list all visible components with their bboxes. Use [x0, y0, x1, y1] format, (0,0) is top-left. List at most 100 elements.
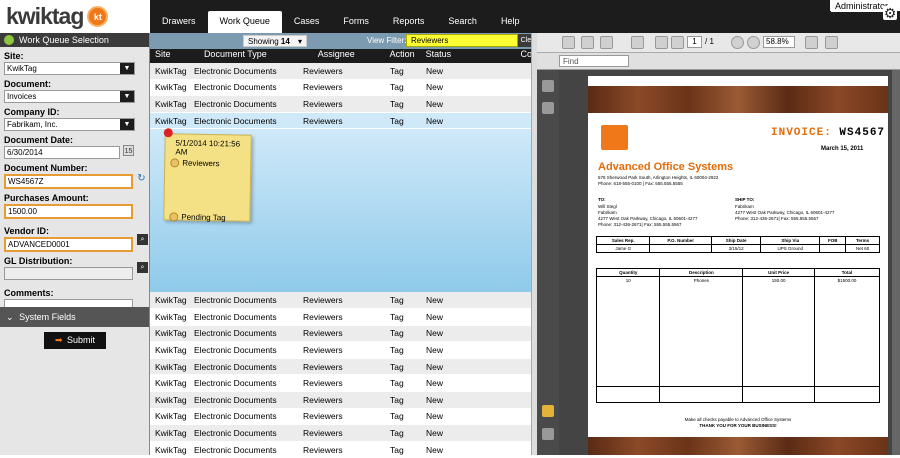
comments-icon[interactable]: [542, 405, 554, 417]
fullscreen-icon[interactable]: [825, 36, 838, 49]
company-value: Fabrikam, Inc.: [7, 120, 58, 129]
refresh-icon[interactable]: ↻: [136, 173, 147, 184]
document-select[interactable]: Invoices ▼: [4, 90, 135, 103]
search-icon[interactable]: ⌕: [137, 262, 148, 273]
zoom-in-icon[interactable]: [747, 36, 760, 49]
col-action[interactable]: Action: [385, 49, 421, 63]
table-cell: KwikTag: [155, 311, 187, 322]
chevron-down-icon[interactable]: ▼: [120, 91, 134, 102]
table-row[interactable]: KwikTag Electronic Documents Reviewers Tag N…: [150, 391, 537, 409]
purchases-amount-field[interactable]: 1500.00: [4, 204, 133, 219]
chevron-down-icon[interactable]: ▼: [120, 63, 134, 74]
nav-forms[interactable]: Forms: [331, 11, 381, 33]
company-select[interactable]: Fabrikam, Inc. ▼: [4, 118, 135, 131]
date-value: 6/30/2014: [7, 148, 43, 157]
invoice-title: INVOICE: WS4567: [771, 127, 885, 139]
table-row[interactable]: KwikTag Electronic Documents Reviewers Tag N…: [150, 408, 537, 426]
company-address: 678 Sherwood Park South, Arlington Heigh…: [598, 175, 719, 180]
nav-cases[interactable]: Cases: [282, 11, 332, 33]
table-cell: New: [426, 65, 444, 76]
col-status[interactable]: Status: [421, 49, 516, 63]
nav-help[interactable]: Help: [489, 11, 532, 33]
chevron-down-icon: ▾: [297, 37, 302, 46]
print-icon[interactable]: [562, 36, 575, 49]
page-input[interactable]: 1: [687, 36, 702, 48]
nav-drawers[interactable]: Drawers: [150, 11, 208, 33]
attachment-icon[interactable]: [542, 428, 554, 440]
table-row[interactable]: KwikTag Electronic Documents Reviewers Tag N…: [150, 375, 537, 392]
table-row[interactable]: KwikTag Electronic Documents Reviewers Tag N…: [150, 425, 537, 442]
table-cell: Tag: [390, 98, 404, 109]
gl-label: GL Distribution:: [4, 256, 73, 266]
site-select[interactable]: KwikTag ▼: [4, 62, 135, 75]
refresh-icon[interactable]: [631, 36, 644, 49]
binoculars-icon[interactable]: [542, 102, 554, 114]
nav-work-queue[interactable]: Work Queue: [207, 11, 282, 33]
col-document-type[interactable]: Document Type: [189, 49, 298, 63]
table-row[interactable]: KwikTag Electronic Documents Reviewers Tag N…: [150, 112, 537, 130]
table-row[interactable]: KwikTag Electronic Documents Reviewers Tag N…: [150, 308, 537, 326]
calendar-icon[interactable]: 15: [123, 145, 134, 156]
table-row[interactable]: KwikTag Electronic Documents Reviewers Tag N…: [150, 441, 537, 458]
table-cell: Reviewers: [303, 411, 343, 422]
find-input[interactable]: Find: [559, 55, 629, 67]
table-row[interactable]: KwikTag Electronic Documents Reviewers Tag N…: [150, 63, 537, 80]
table-row[interactable]: KwikTag Electronic Documents Reviewers Tag N…: [150, 325, 537, 343]
zoom-select[interactable]: 58.8%: [763, 36, 795, 48]
pages-icon[interactable]: [542, 80, 554, 92]
save-icon[interactable]: [581, 36, 594, 49]
company-name: Advanced Office Systems: [598, 161, 734, 173]
table-cell: Tag: [390, 411, 404, 422]
arrow-right-icon: ➡: [54, 335, 63, 345]
zoom-out-icon[interactable]: [731, 36, 744, 49]
table-row[interactable]: KwikTag Electronic Documents Reviewers Tag N…: [150, 96, 537, 113]
vendor-label: Vendor ID:: [4, 226, 50, 236]
col-site[interactable]: Site: [150, 49, 189, 63]
fit-page-icon[interactable]: [805, 36, 818, 49]
table-cell: KwikTag: [155, 344, 187, 355]
sticky-note[interactable]: 5/1/2014 10:21:56 AM Reviewers Pending T…: [163, 128, 252, 223]
gear-icon[interactable]: ⚙: [883, 6, 897, 20]
submit-button[interactable]: ➡ Submit: [44, 332, 106, 349]
company-phone: Phone: 618-555-0100 | Fax: 555.555.5555: [598, 181, 683, 186]
table-header: Site Document Type Assignee Action Statu…: [150, 49, 537, 63]
table-cell: Electronic Documents: [194, 361, 277, 372]
table-row[interactable]: KwikTag Electronic Documents Reviewers Tag N…: [150, 79, 537, 97]
viewer-scrollbar[interactable]: [892, 70, 900, 455]
table-cell: Electronic Documents: [194, 394, 277, 405]
table-cell: Tag: [390, 444, 404, 455]
showing-select[interactable]: Showing 14 ▾: [243, 35, 307, 47]
table-cell: FOB: [819, 236, 847, 245]
share-icon[interactable]: [600, 36, 613, 49]
table-row[interactable]: KwikTag Electronic Documents Reviewers Tag N…: [150, 292, 537, 309]
table-cell: Electronic Documents: [194, 444, 277, 455]
vendor-id-field[interactable]: ADVANCED0001: [4, 237, 133, 252]
table-cell: KwikTag: [155, 427, 187, 438]
gl-distribution-field[interactable]: [4, 267, 133, 280]
table-cell: Tag: [390, 344, 404, 355]
view-filter-input[interactable]: Reviewers: [406, 34, 518, 47]
table-row[interactable]: KwikTag Electronic Documents Reviewers Tag N…: [150, 342, 537, 359]
table-cell: KwikTag: [155, 444, 187, 455]
nav-reports[interactable]: Reports: [381, 11, 437, 33]
document-number-field[interactable]: WS4567Z: [4, 174, 133, 189]
nav-search[interactable]: Search: [436, 11, 489, 33]
table-cell: KwikTag: [155, 361, 187, 372]
table-cell: KwikTag: [155, 411, 187, 422]
table-cell: Total: [813, 268, 881, 277]
chevron-down-icon[interactable]: ▼: [120, 119, 134, 130]
table-cell: Reviewers: [303, 361, 343, 372]
table-cell: Terms: [845, 236, 880, 245]
col-assignee[interactable]: Assignee: [298, 49, 385, 63]
system-fields-toggle[interactable]: ⌄ System Fields: [0, 307, 149, 327]
date-field[interactable]: 6/30/2014: [4, 146, 120, 159]
table-cell: KwikTag: [155, 82, 187, 93]
viewer-toolbar: 1 / 1 58.8%: [537, 33, 900, 53]
table-row[interactable]: KwikTag Electronic Documents Reviewers Tag N…: [150, 358, 537, 376]
arrow-down-icon[interactable]: [671, 36, 684, 49]
arrow-up-icon[interactable]: [655, 36, 668, 49]
submit-label: Submit: [67, 335, 96, 345]
work-queue-grid: Showing 14 ▾ View Filter: Reviewers Clea…: [150, 33, 540, 458]
site-value: KwikTag: [7, 64, 37, 73]
search-icon[interactable]: ⌕: [137, 234, 148, 245]
